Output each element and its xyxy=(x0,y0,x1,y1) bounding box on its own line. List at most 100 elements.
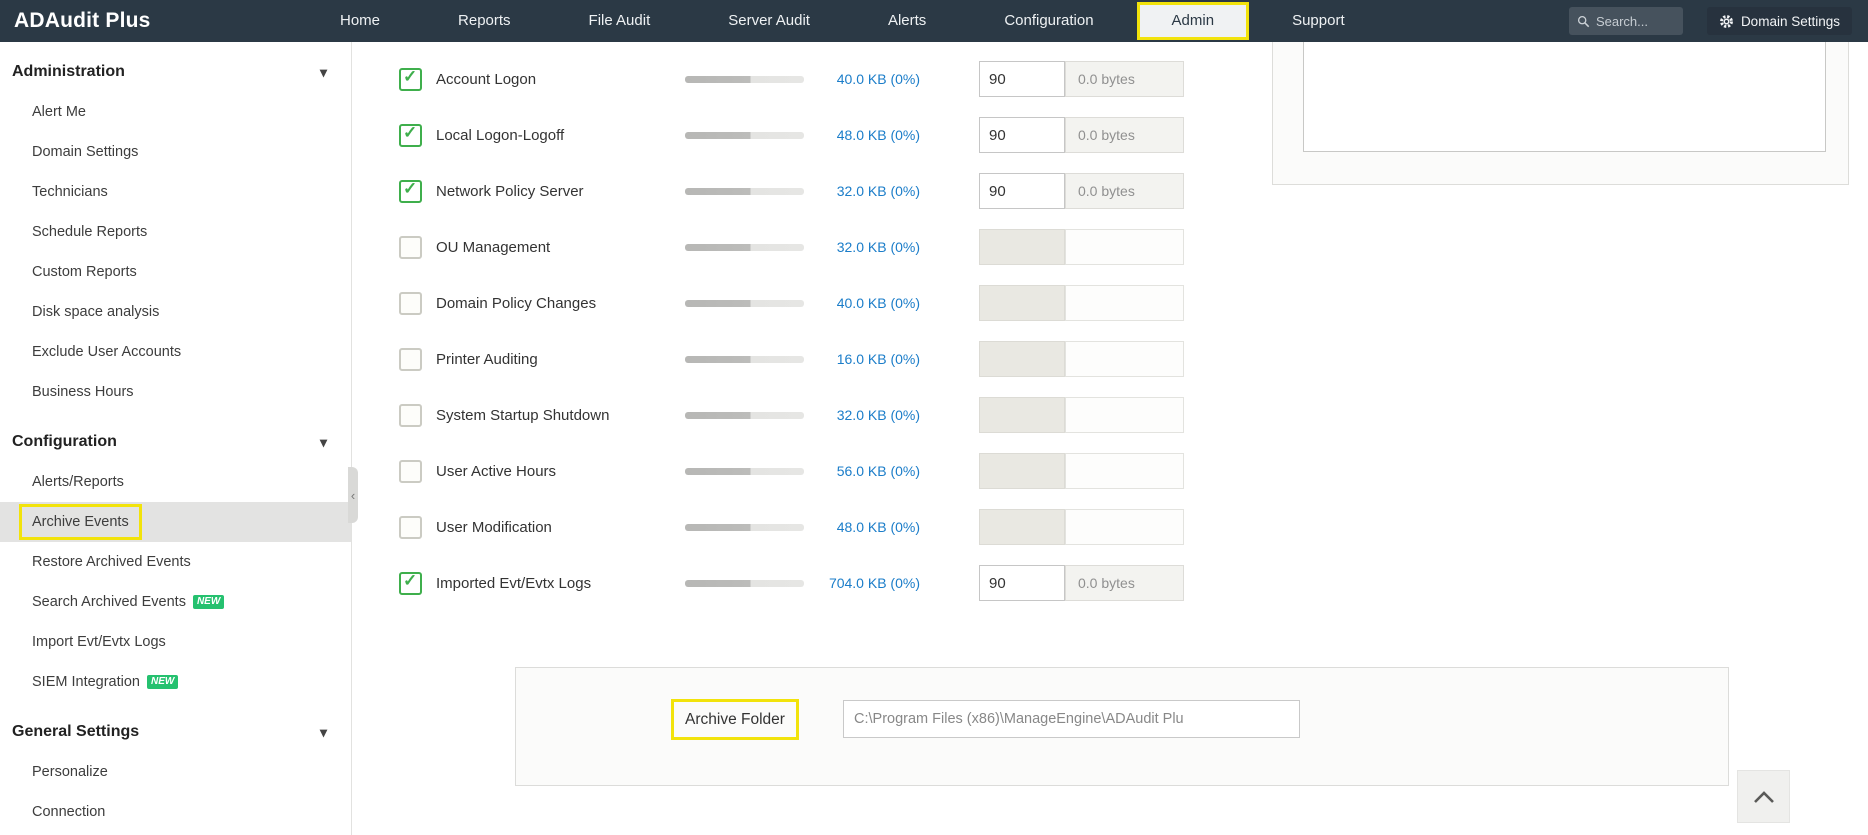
sidebar-item-label: Custom Reports xyxy=(32,264,137,280)
size-link[interactable]: 704.0 KB (0%) xyxy=(804,575,920,591)
archived-bytes: 0.0 bytes xyxy=(1065,173,1184,209)
checkbox[interactable]: ✓ xyxy=(399,572,422,595)
usage-bar xyxy=(685,356,804,363)
retention-days-input[interactable] xyxy=(979,61,1065,97)
archived-bytes xyxy=(1065,229,1184,265)
size-link[interactable]: 32.0 KB (0%) xyxy=(804,407,920,423)
usage-bar xyxy=(685,300,804,307)
sidebar-item-personalize[interactable]: Personalize xyxy=(0,752,351,792)
archived-bytes xyxy=(1065,397,1184,433)
row-label: Network Policy Server xyxy=(436,183,685,200)
sidebar-item-label: SIEM Integration xyxy=(32,674,140,690)
sidebar-item-label: Connection xyxy=(32,804,105,820)
sidebar-item-alert-me[interactable]: Alert Me xyxy=(0,92,351,132)
sidebar-section-configuration[interactable]: Configuration ▾ xyxy=(0,426,351,458)
sidebar-collapse-handle[interactable]: ‹ xyxy=(348,467,358,523)
nav-home[interactable]: Home xyxy=(308,0,412,42)
search-input[interactable] xyxy=(1596,14,1674,29)
sidebar-item-alerts-reports[interactable]: Alerts/Reports xyxy=(0,462,351,502)
table-row: ✓ System Startup Shutdown 32.0 KB (0%) xyxy=(399,387,1184,443)
archive-events-table: ✓ Account Logon 40.0 KB (0%) 0.0 bytes ✓… xyxy=(399,51,1184,611)
archive-folder-input[interactable] xyxy=(843,700,1300,738)
usage-bar xyxy=(685,132,804,139)
sidebar-item-label: Restore Archived Events xyxy=(32,554,191,570)
sidebar-item-import-evt-evtx-logs[interactable]: Import Evt/Evtx Logs xyxy=(0,622,351,662)
retention-days-input[interactable] xyxy=(979,117,1065,153)
nav-support[interactable]: Support xyxy=(1260,0,1377,42)
section-title: Configuration xyxy=(12,426,117,458)
sidebar-item-siem-integration[interactable]: SIEM IntegrationNEW xyxy=(0,662,351,702)
sidebar-item-label: Domain Settings xyxy=(32,144,138,160)
archived-bytes xyxy=(1065,509,1184,545)
search-box[interactable] xyxy=(1569,7,1683,35)
domain-settings-button[interactable]: Domain Settings xyxy=(1707,7,1852,35)
checkbox[interactable]: ✓ xyxy=(399,68,422,91)
row-label: Printer Auditing xyxy=(436,351,685,368)
table-row: ✓ Imported Evt/Evtx Logs 704.0 KB (0%) 0… xyxy=(399,555,1184,611)
nav-reports[interactable]: Reports xyxy=(426,0,543,42)
nav-file-audit[interactable]: File Audit xyxy=(557,0,683,42)
sidebar-item-business-hours[interactable]: Business Hours xyxy=(0,372,351,412)
check-icon: ✓ xyxy=(403,67,417,87)
size-link[interactable]: 16.0 KB (0%) xyxy=(804,351,920,367)
sidebar-item-restore-archived-events[interactable]: Restore Archived Events xyxy=(0,542,351,582)
section-title: Administration xyxy=(12,56,125,88)
chevron-up-icon xyxy=(1752,789,1776,805)
sidebar-item-technicians[interactable]: Technicians xyxy=(0,172,351,212)
sidebar-item-label: Alert Me xyxy=(32,104,86,120)
app-logo[interactable]: ADAudit Plus xyxy=(0,9,308,33)
retention-days-input[interactable] xyxy=(979,565,1065,601)
checkbox[interactable]: ✓ xyxy=(399,460,422,483)
usage-bar xyxy=(685,524,804,531)
domain-settings-label: Domain Settings xyxy=(1741,14,1840,29)
nav-configuration[interactable]: Configuration xyxy=(972,0,1125,42)
size-link[interactable]: 32.0 KB (0%) xyxy=(804,239,920,255)
row-label: User Modification xyxy=(436,519,685,536)
sidebar-item-custom-reports[interactable]: Custom Reports xyxy=(0,252,351,292)
checkbox[interactable]: ✓ xyxy=(399,180,422,203)
main-nav: Home Reports File Audit Server Audit Ale… xyxy=(308,0,1377,42)
size-link[interactable]: 40.0 KB (0%) xyxy=(804,295,920,311)
size-link[interactable]: 32.0 KB (0%) xyxy=(804,183,920,199)
table-row: ✓ Domain Policy Changes 40.0 KB (0%) xyxy=(399,275,1184,331)
sidebar-section-general-settings[interactable]: General Settings ▾ xyxy=(0,716,351,748)
checkbox[interactable]: ✓ xyxy=(399,404,422,427)
row-label: System Startup Shutdown xyxy=(436,407,685,424)
row-label: Imported Evt/Evtx Logs xyxy=(436,575,685,592)
size-link[interactable]: 48.0 KB (0%) xyxy=(804,127,920,143)
sidebar-item-label: Schedule Reports xyxy=(32,224,147,240)
nav-admin[interactable]: Admin xyxy=(1140,5,1247,37)
size-link[interactable]: 48.0 KB (0%) xyxy=(804,519,920,535)
usage-bar xyxy=(685,188,804,195)
sidebar-item-archive-events[interactable]: Archive Events xyxy=(0,502,351,542)
nav-alerts[interactable]: Alerts xyxy=(856,0,958,42)
checkbox[interactable]: ✓ xyxy=(399,516,422,539)
sidebar-item-connection[interactable]: Connection xyxy=(0,792,351,832)
sidebar-item-search-archived-events[interactable]: Search Archived EventsNEW xyxy=(0,582,351,622)
checkbox[interactable]: ✓ xyxy=(399,124,422,147)
checkbox[interactable]: ✓ xyxy=(399,292,422,315)
sidebar-item-label: Exclude User Accounts xyxy=(32,344,181,360)
check-icon: ✓ xyxy=(403,179,417,199)
size-link[interactable]: 56.0 KB (0%) xyxy=(804,463,920,479)
checkbox[interactable]: ✓ xyxy=(399,236,422,259)
archived-bytes xyxy=(1065,341,1184,377)
retention-days-input xyxy=(979,285,1065,321)
sidebar: Administration ▾ Alert Me Domain Setting… xyxy=(0,42,352,835)
sidebar-item-label: Personalize xyxy=(32,764,108,780)
sidebar-item-domain-settings[interactable]: Domain Settings xyxy=(0,132,351,172)
sidebar-section-administration[interactable]: Administration ▾ xyxy=(0,56,351,88)
usage-bar xyxy=(685,76,804,83)
sidebar-item-label: Disk space analysis xyxy=(32,304,159,320)
search-icon xyxy=(1577,15,1590,28)
details-textarea[interactable] xyxy=(1303,42,1826,152)
sidebar-item-disk-space-analysis[interactable]: Disk space analysis xyxy=(0,292,351,332)
sidebar-item-schedule-reports[interactable]: Schedule Reports xyxy=(0,212,351,252)
checkbox[interactable]: ✓ xyxy=(399,348,422,371)
chevron-down-icon: ▾ xyxy=(320,426,327,458)
retention-days-input[interactable] xyxy=(979,173,1065,209)
scroll-to-top-button[interactable] xyxy=(1737,770,1790,823)
nav-server-audit[interactable]: Server Audit xyxy=(696,0,842,42)
size-link[interactable]: 40.0 KB (0%) xyxy=(804,71,920,87)
sidebar-item-exclude-user-accounts[interactable]: Exclude User Accounts xyxy=(0,332,351,372)
